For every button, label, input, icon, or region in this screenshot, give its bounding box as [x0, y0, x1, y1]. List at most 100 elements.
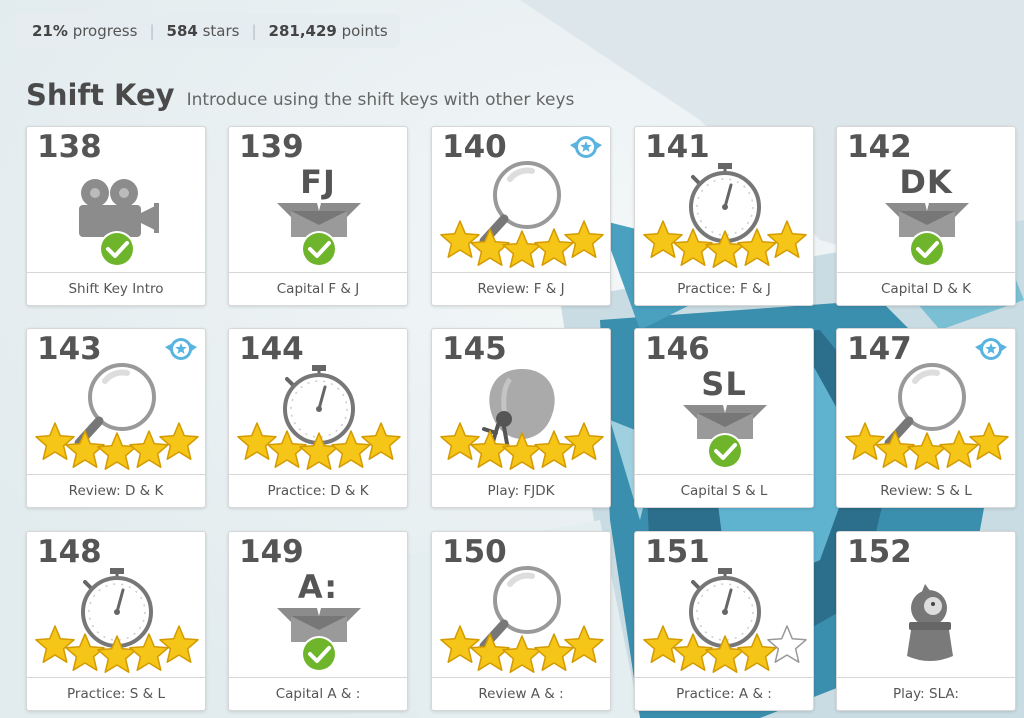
- lesson-card-139[interactable]: FJ 139 Capital F & J: [228, 126, 408, 306]
- stopwatch-icon: [81, 568, 153, 648]
- lesson-card-number: 138: [37, 129, 102, 165]
- lesson-card-number: 142: [847, 129, 912, 165]
- magnifier-icon: [884, 363, 966, 448]
- lesson-card-caption: Practice: S & L: [27, 677, 205, 710]
- lesson-card-caption: Play: SLA:: [837, 677, 1015, 710]
- star-filled-icon: [440, 220, 480, 258]
- star-filled-icon: [643, 220, 683, 258]
- lesson-description: Introduce using the shift keys with othe…: [186, 90, 575, 110]
- star-filled-icon: [502, 230, 542, 268]
- mastery-badge: [973, 335, 1009, 369]
- balloon-character-icon: [482, 369, 555, 451]
- stopwatch-icon: [689, 568, 761, 648]
- jar-character-icon: [907, 584, 953, 661]
- lesson-card-number: 143: [37, 331, 102, 367]
- stopwatch-icon: [689, 163, 761, 243]
- stars-value: 584: [166, 22, 198, 40]
- points-label: points: [341, 22, 388, 40]
- lesson-card-number: 149: [239, 534, 304, 570]
- lesson-card-caption: Capital A & :: [229, 677, 407, 710]
- magnifier-icon: [479, 161, 561, 246]
- checkmark-icon: [909, 231, 945, 267]
- checkmark-icon: [301, 636, 337, 672]
- lesson-card-number: 151: [645, 534, 710, 570]
- lesson-card-number: 152: [847, 534, 912, 570]
- lesson-card-141[interactable]: 141 Practice: F & J: [634, 126, 814, 306]
- stats-bar: 21% progress | 584 stars | 281,429 point…: [16, 14, 400, 48]
- points-value: 281,429: [268, 22, 337, 40]
- lesson-card-143[interactable]: 143 Review: D & K: [26, 328, 206, 508]
- lesson-card-caption: Review: F & J: [432, 272, 610, 305]
- lesson-card-145[interactable]: 145 Play: FJDK: [431, 328, 611, 508]
- star-filled-icon: [35, 625, 75, 663]
- lesson-card-150[interactable]: 150 Review A & :: [431, 531, 611, 711]
- lesson-card-142[interactable]: DK 142 Capital D & K: [836, 126, 1016, 306]
- star-filled-icon: [35, 422, 75, 460]
- star-filled-icon: [237, 422, 277, 460]
- star-filled-icon: [502, 635, 542, 673]
- magnifier-icon: [74, 363, 156, 448]
- lesson-title: Shift Key: [26, 78, 175, 112]
- lesson-card-146[interactable]: SL 146 Capital S & L: [634, 328, 814, 508]
- lesson-card-caption: Practice: F & J: [635, 272, 813, 305]
- lesson-card-caption: Play: FJDK: [432, 474, 610, 507]
- lesson-card-number: 148: [37, 534, 102, 570]
- star-filled-icon: [159, 625, 199, 663]
- lesson-card-caption: Capital F & J: [229, 272, 407, 305]
- stats-divider: |: [251, 22, 257, 40]
- lesson-card-caption: Shift Key Intro: [27, 272, 205, 305]
- star-empty-icon: [767, 625, 807, 663]
- lesson-card-number: 140: [442, 129, 507, 165]
- lesson-card-number: 144: [239, 331, 304, 367]
- lesson-card-144[interactable]: 144 Practice: D & K: [228, 328, 408, 508]
- lesson-card-number: 150: [442, 534, 507, 570]
- stats-divider: |: [149, 22, 155, 40]
- lesson-card-caption: Review: D & K: [27, 474, 205, 507]
- checkmark-icon: [707, 433, 743, 469]
- star-filled-icon: [564, 625, 604, 663]
- lesson-card-caption: Capital S & L: [635, 474, 813, 507]
- star-filled-icon: [564, 422, 604, 460]
- lesson-card-keys: FJ: [300, 163, 336, 201]
- star-filled-icon: [97, 432, 137, 470]
- star-filled-icon: [440, 625, 480, 663]
- lesson-card-caption: Practice: A & :: [635, 677, 813, 710]
- mastery-badge-icon: [975, 338, 1007, 360]
- star-filled-icon: [767, 220, 807, 258]
- lesson-card-number: 146: [645, 331, 710, 367]
- lesson-card-caption: Capital D & K: [837, 272, 1015, 305]
- lesson-card-148[interactable]: 148 Practice: S & L: [26, 531, 206, 711]
- lesson-card-caption: Review: S & L: [837, 474, 1015, 507]
- mastery-badge: [568, 133, 604, 167]
- star-filled-icon: [440, 422, 480, 460]
- lesson-card-138[interactable]: 138 Shift Key Intro: [26, 126, 206, 306]
- star-filled-icon: [361, 422, 401, 460]
- star-filled-icon: [969, 422, 1009, 460]
- star-filled-icon: [907, 432, 947, 470]
- star-filled-icon: [502, 432, 542, 470]
- lesson-card-caption: Practice: D & K: [229, 474, 407, 507]
- video-camera-icon: [79, 179, 159, 237]
- lesson-card-keys: A:: [297, 568, 339, 606]
- progress-value: 21%: [32, 22, 68, 40]
- lesson-card-number: 139: [239, 129, 304, 165]
- lesson-card-152[interactable]: 152 Play: SLA:: [836, 531, 1016, 711]
- lesson-card-caption: Review A & :: [432, 677, 610, 710]
- mastery-badge: [163, 335, 199, 369]
- lesson-card-149[interactable]: A: 149 Capital A & :: [228, 531, 408, 711]
- progress-label: progress: [72, 22, 138, 40]
- magnifier-icon: [479, 566, 561, 651]
- star-filled-icon: [159, 422, 199, 460]
- lesson-card-147[interactable]: 147 Review: S & L: [836, 328, 1016, 508]
- lesson-card-151[interactable]: 151 Practice: A & :: [634, 531, 814, 711]
- lesson-card-keys: SL: [701, 365, 747, 403]
- lesson-header: Shift Key Introduce using the shift keys…: [26, 78, 574, 112]
- stopwatch-icon: [283, 365, 355, 445]
- stars-label: stars: [202, 22, 240, 40]
- checkmark-icon: [99, 231, 135, 267]
- lesson-card-number: 141: [645, 129, 710, 165]
- mastery-badge-icon: [570, 136, 602, 158]
- lesson-card-140[interactable]: 140 Review: F & J: [431, 126, 611, 306]
- star-filled-icon: [845, 422, 885, 460]
- lesson-card-number: 147: [847, 331, 912, 367]
